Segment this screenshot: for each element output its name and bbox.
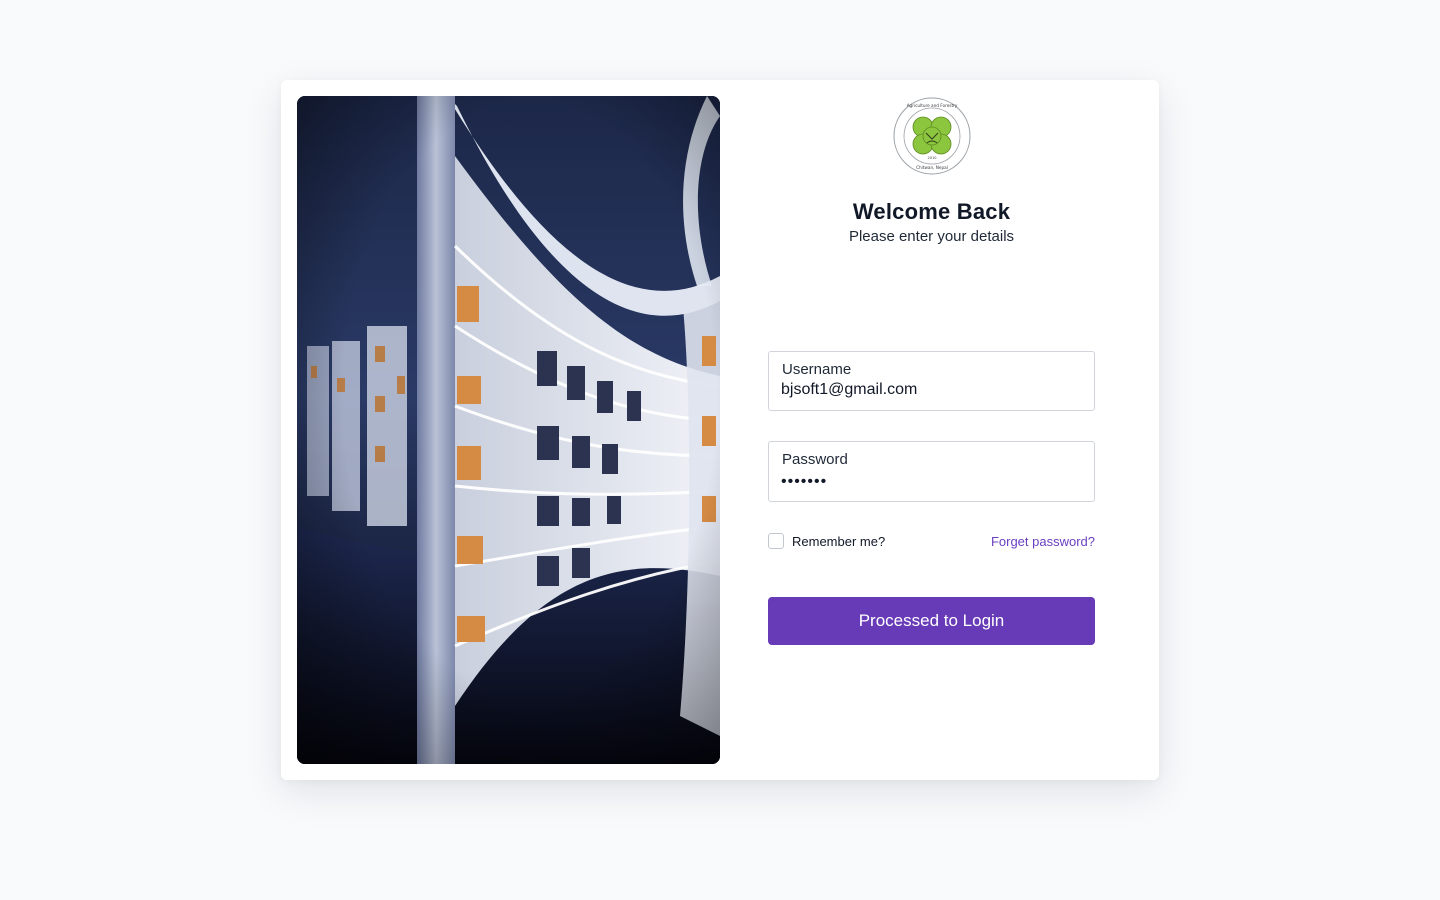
- page-title: Welcome Back: [852, 199, 1011, 224]
- svg-text:Agriculture and Forestry: Agriculture and Forestry: [907, 103, 958, 108]
- remember-me-toggle[interactable]: Remember me?: [768, 532, 885, 550]
- password-label: Password: [782, 451, 848, 468]
- svg-text:Chitwan, Nepal: Chitwan, Nepal: [916, 165, 948, 170]
- login-button[interactable]: Processed to Login: [768, 597, 1095, 645]
- remember-me-checkbox[interactable]: [768, 533, 784, 549]
- username-field[interactable]: Username: [768, 351, 1095, 411]
- page-subtitle: Please enter your details: [848, 228, 1015, 245]
- username-label: Username: [782, 361, 852, 378]
- username-input[interactable]: [781, 381, 1081, 399]
- login-card: Agriculture and Forestry Chitwan, Nepal …: [281, 80, 1159, 780]
- university-seal-icon: Agriculture and Forestry Chitwan, Nepal …: [893, 97, 971, 175]
- password-input[interactable]: •••••••: [781, 473, 1081, 491]
- svg-text:2010: 2010: [928, 156, 937, 160]
- forgot-password-link[interactable]: Forget password?: [991, 534, 1095, 549]
- library-bookshelves-photo: [297, 96, 720, 764]
- login-form: Agriculture and Forestry Chitwan, Nepal …: [768, 80, 1095, 780]
- remember-me-label: Remember me?: [792, 533, 886, 549]
- password-field[interactable]: Password •••••••: [768, 441, 1095, 502]
